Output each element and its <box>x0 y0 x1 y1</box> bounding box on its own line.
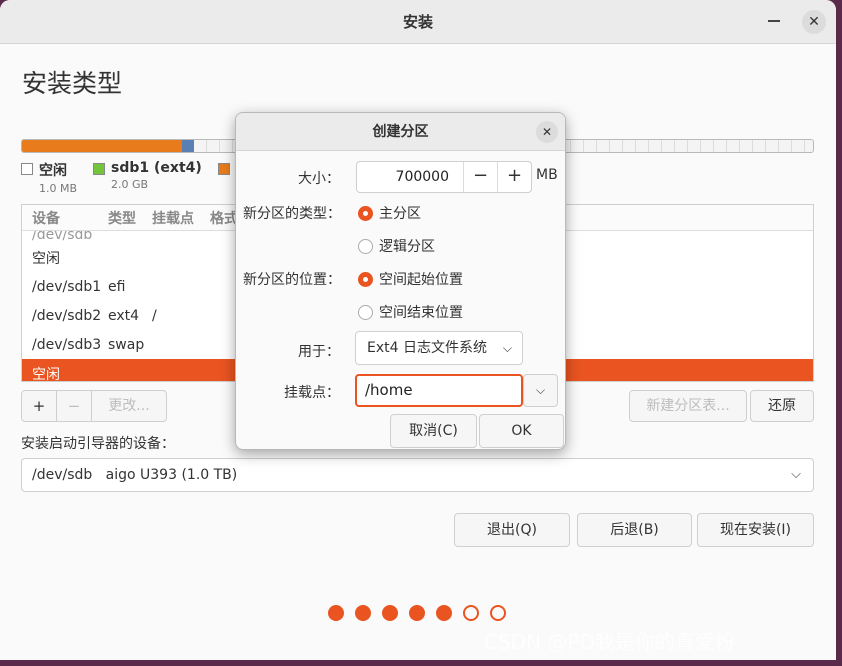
quit-button[interactable]: 退出(Q) <box>454 513 570 547</box>
progress-dots <box>328 605 506 621</box>
legend-swatch-sdb3 <box>217 163 230 175</box>
cell-type: ext4 <box>108 307 140 324</box>
install-now-button[interactable]: 现在安装(I) <box>697 513 814 547</box>
cell-type: swap <box>108 336 145 353</box>
size-unit: MB <box>536 167 558 183</box>
radio-label: 逻辑分区 <box>379 239 435 255</box>
bootloader-device: /dev/sdb <box>32 467 93 483</box>
cell-mount: / <box>152 307 157 324</box>
cell-device: 空闲 <box>32 250 60 267</box>
mount-point-input[interactable]: /home <box>355 374 523 407</box>
logical-partition-radio[interactable]: 逻辑分区 <box>358 236 435 256</box>
progress-dot <box>409 605 425 621</box>
progress-dot <box>328 605 344 621</box>
progress-dot <box>490 605 506 621</box>
partition-location-label: 新分区的位置： <box>243 272 341 288</box>
window-title: 安装 <box>402 13 433 31</box>
progress-dot <box>355 605 371 621</box>
bootloader-label: 安装启动引导器的设备： <box>21 436 175 452</box>
cancel-button[interactable]: 取消(C) <box>390 414 477 448</box>
mount-point-label: 挂载点： <box>284 385 340 401</box>
chevron-down-icon: ⌵ <box>502 341 512 355</box>
increase-size-button[interactable]: + <box>497 162 531 192</box>
radio-selected-icon <box>358 205 373 221</box>
radio-label: 主分区 <box>379 206 421 222</box>
radio-unselected-icon <box>358 304 373 320</box>
new-partition-table-button[interactable]: 新建分区表... <box>629 390 747 422</box>
disk-segment-used <box>22 140 182 152</box>
progress-dot <box>436 605 452 621</box>
minimize-icon[interactable] <box>768 20 780 22</box>
watermark-text: CSDN @PD我是你的真爱粉 <box>484 630 735 654</box>
use-as-label: 用于： <box>298 344 340 360</box>
decrease-size-button[interactable]: − <box>463 162 497 192</box>
bootloader-device-select[interactable]: /dev/sdb aigo U393 (1.0 TB) ⌵ <box>21 458 814 492</box>
radio-label: 空间结束位置 <box>379 305 463 321</box>
chevron-down-icon: ⌵ <box>791 467 801 482</box>
filesystem-select[interactable]: Ext4 日志文件系统 ⌵ <box>355 331 523 365</box>
progress-dot <box>382 605 398 621</box>
disk-segment-selected <box>182 140 194 152</box>
change-partition-button[interactable]: 更改... <box>91 390 167 422</box>
primary-partition-radio[interactable]: 主分区 <box>358 203 421 223</box>
size-input[interactable]: 700000 <box>357 162 463 192</box>
progress-dot <box>463 605 479 621</box>
partition-type-label: 新分区的类型： <box>243 206 341 222</box>
close-window-button[interactable]: ✕ <box>802 10 826 34</box>
location-start-radio[interactable]: 空间起始位置 <box>358 269 463 289</box>
legend-item-sdb1: sdb1 (ext4) 2.0 GB <box>93 160 202 195</box>
dialog-title: 创建分区 ✕ <box>236 113 565 151</box>
dialog-close-button[interactable]: ✕ <box>536 121 558 143</box>
disk-legend: 空闲 1.0 MB sdb1 (ext4) 2.0 GB sc 2( <box>21 160 252 195</box>
legend-swatch-free <box>21 163 33 175</box>
radio-selected-icon <box>358 271 373 287</box>
location-end-radio[interactable]: 空间结束位置 <box>358 302 463 322</box>
column-header-device[interactable]: 设备 <box>22 208 108 228</box>
legend-name: sdb1 (ext4) <box>111 160 202 176</box>
legend-item-free: 空闲 1.0 MB <box>21 160 77 195</box>
radio-label: 空间起始位置 <box>379 272 463 288</box>
bootloader-model: aigo U393 (1.0 TB) <box>105 467 238 483</box>
page-title: 安装类型 <box>22 69 123 98</box>
legend-name: 空闲 <box>39 163 67 179</box>
cell-device: /dev/sdb1 <box>32 278 102 295</box>
add-partition-button[interactable]: + <box>21 390 57 422</box>
cell-device: /dev/sdb <box>32 231 93 243</box>
radio-unselected-icon <box>358 238 373 254</box>
cell-device: 空闲 <box>32 366 60 382</box>
remove-partition-button[interactable]: − <box>56 390 92 422</box>
cell-device: /dev/sdb3 <box>32 336 102 353</box>
cell-device: /dev/sdb2 <box>32 307 102 324</box>
dialog-title-text: 创建分区 <box>372 124 429 140</box>
mount-point-dropdown-button[interactable]: ⌵ <box>523 374 558 407</box>
ok-button[interactable]: OK <box>479 414 564 448</box>
revert-button[interactable]: 还原 <box>750 390 814 422</box>
legend-swatch-sdb1 <box>93 163 106 175</box>
cell-type: efi <box>108 278 126 295</box>
title-bar: 安装 ✕ <box>0 0 836 44</box>
legend-size: 2.0 GB <box>111 178 149 191</box>
create-partition-dialog: 创建分区 ✕ 大小： 700000 − + MB 新分区的类型： 主分区 逻辑分… <box>235 112 566 450</box>
size-label: 大小： <box>298 171 340 187</box>
back-button[interactable]: 后退(B) <box>577 513 692 547</box>
size-spinbox[interactable]: 700000 − + <box>356 161 532 193</box>
legend-size: 1.0 MB <box>39 182 78 195</box>
column-header-type[interactable]: 类型 <box>108 208 152 228</box>
chevron-down-icon: ⌵ <box>535 383 546 397</box>
filesystem-value: Ext4 日志文件系统 <box>367 340 487 356</box>
column-header-mount[interactable]: 挂载点 <box>152 208 210 228</box>
